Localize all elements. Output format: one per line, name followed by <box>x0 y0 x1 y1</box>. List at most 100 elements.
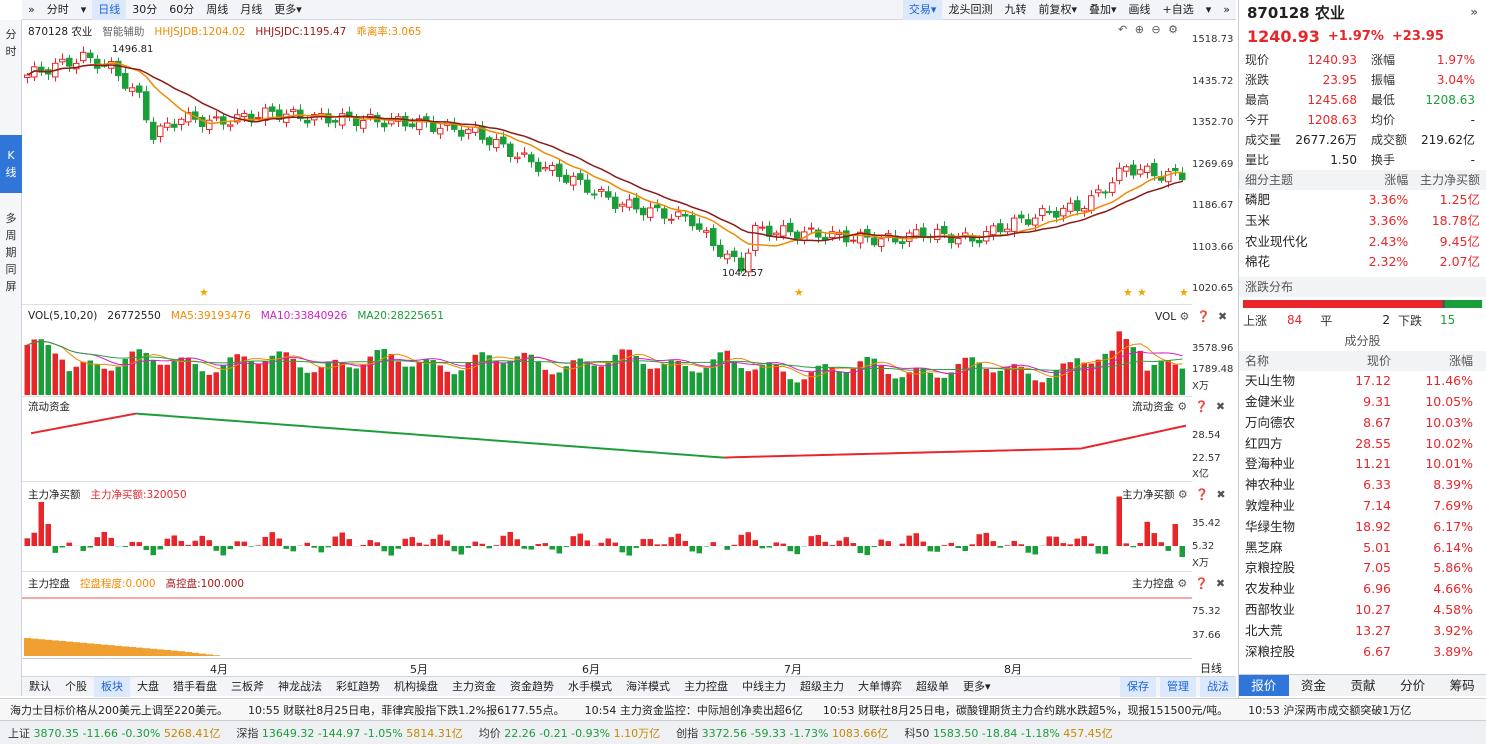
theme-row[interactable]: 磷肥 3.36% 1.25亿 <box>1239 190 1486 211</box>
net-buy-panel[interactable]: 主力净买额 主力净买额:320050 主力净买额 ⚙ ❓ ✖ <box>22 484 1226 572</box>
left-tab-1[interactable]: K线 <box>0 135 22 193</box>
toolbar-item-3[interactable]: 日线 <box>92 0 127 20</box>
toolbar-item-7[interactable]: 月线 <box>234 0 268 20</box>
indicator-tab-0[interactable]: 默认 <box>22 677 58 697</box>
indicator-tab-4[interactable]: 猎手看盘 <box>166 677 224 697</box>
volume-bar <box>801 379 807 395</box>
toolbar-right-8[interactable]: » <box>1217 0 1236 20</box>
toolbar-item-8[interactable]: 更多▾ <box>268 0 308 20</box>
right-tab-2[interactable]: 贡献 <box>1338 675 1388 696</box>
flow-segment <box>1122 436 1131 441</box>
net-bar <box>542 543 548 546</box>
indicator-tab-13[interactable]: 主力控盘 <box>677 677 735 697</box>
indicator-tab-8[interactable]: 机构操盘 <box>387 677 445 697</box>
indicator-tab-11[interactable]: 水手模式 <box>561 677 619 697</box>
news-item[interactable]: 10:55 财联社8月25日电，菲律宾股指下跌1.2%报6177.55点。 <box>248 702 565 718</box>
news-item[interactable]: 10:54 主力资金监控：中际旭创净卖出超6亿 <box>585 702 803 718</box>
component-row[interactable]: 华绿生物 18.92 6.17% <box>1239 517 1486 538</box>
net-bar <box>906 535 912 546</box>
component-row[interactable]: 北大荒 13.27 3.92% <box>1239 621 1486 642</box>
toolbar-right-0[interactable]: 交易▾ <box>902 0 943 20</box>
volume-bar <box>500 363 506 395</box>
index-item[interactable]: 深指 13649.32 -144.97 -1.05% 5814.31亿 <box>236 725 462 741</box>
component-row[interactable]: 红四方 28.55 10.02% <box>1239 434 1486 455</box>
right-tab-0[interactable]: 报价 <box>1239 675 1289 696</box>
indicator-tab-18[interactable]: 更多▾ <box>956 677 998 697</box>
volume-bar <box>311 372 317 395</box>
component-row[interactable]: 神农种业 6.33 8.39% <box>1239 475 1486 496</box>
right-tab-3[interactable]: 分价 <box>1388 675 1438 696</box>
kline-panel[interactable]: 870128 农业 智能辅助 HHJSJDB:1204.02 HHJSJDC:1… <box>22 20 1192 305</box>
toolbar-right-6[interactable]: +自选 <box>1157 0 1200 20</box>
toolbar-item-5[interactable]: 60分 <box>163 0 200 20</box>
toolbar-right-2[interactable]: 九转 <box>998 0 1032 20</box>
news-item[interactable]: 10:53 财联社8月25日电，碳酸锂期货主力合约跳水跌超5%，现报151500… <box>823 702 1228 718</box>
toolbar-item-2[interactable]: ▾ <box>75 0 93 20</box>
toolbar-right-7[interactable]: ▾ <box>1200 0 1218 20</box>
toolbar-right-5[interactable]: 画线 <box>1123 0 1157 20</box>
action-0[interactable]: 保存 <box>1120 676 1156 697</box>
indicator-tab-5[interactable]: 三板斧 <box>224 677 271 697</box>
net-bar <box>787 546 793 552</box>
indicator-tab-10[interactable]: 资金趋势 <box>503 677 561 697</box>
volume-panel[interactable]: VOL(5,10,20) 26772550 MA5:39193476 MA10:… <box>22 307 1227 397</box>
control-chart <box>22 597 1192 656</box>
indicator-tab-15[interactable]: 超级主力 <box>793 677 851 697</box>
action-1[interactable]: 管理 <box>1160 676 1196 697</box>
indicator-tab-17[interactable]: 超级单 <box>909 677 956 697</box>
index-item[interactable]: 均价 22.26 -0.21 -0.93% 1.10万亿 <box>479 725 660 741</box>
indicator-tab-9[interactable]: 主力资金 <box>445 677 503 697</box>
net-bar <box>1144 521 1150 546</box>
indicator-tab-3[interactable]: 大盘 <box>130 677 166 697</box>
control-panel[interactable]: 主力控盘 控盘程度:0.000 高控盘:100.000 主力控盘 ⚙ ❓ ✖ <box>22 574 1225 658</box>
component-row[interactable]: 农发种业 6.96 4.66% <box>1239 579 1486 600</box>
index-item[interactable]: 上证 3870.35 -11.66 -0.30% 5268.41亿 <box>8 725 220 741</box>
volume-chart <box>24 331 1185 395</box>
component-row[interactable]: 天山生物 17.12 11.46% <box>1239 371 1486 392</box>
component-row[interactable]: 万向德农 8.67 10.03% <box>1239 413 1486 434</box>
component-row[interactable]: 西部牧业 10.27 4.58% <box>1239 600 1486 621</box>
volume-bar <box>304 372 310 395</box>
toolbar-right-4[interactable]: 叠加▾ <box>1083 0 1123 20</box>
toolbar-right-3[interactable]: 前复权▾ <box>1032 0 1083 20</box>
component-row[interactable]: 敦煌种业 7.14 7.69% <box>1239 496 1486 517</box>
flow-segment <box>408 433 417 436</box>
flow-segment <box>338 427 347 431</box>
theme-row[interactable]: 玉米 3.36% 18.78亿 <box>1239 211 1486 232</box>
indicator-tab-2[interactable]: 板块 <box>94 676 130 697</box>
toolbar-right-1[interactable]: 龙头回测 <box>942 0 998 20</box>
collapse-icon[interactable]: » <box>1470 5 1478 19</box>
volume-bar <box>290 358 296 395</box>
daily-tag[interactable]: 日线 <box>1200 660 1222 676</box>
indicator-tab-7[interactable]: 彩虹趋势 <box>329 677 387 697</box>
component-row[interactable]: 京粮控股 7.05 5.86% <box>1239 558 1486 579</box>
indicator-tab-1[interactable]: 个股 <box>58 677 94 697</box>
toolbar-item-0[interactable]: » <box>22 0 41 20</box>
news-item[interactable]: 10:53 沪深两市成交额突破1万亿 <box>1248 702 1411 718</box>
indicator-tab-14[interactable]: 中线主力 <box>735 677 793 697</box>
flow-panel[interactable]: 流动资金 流动资金 ⚙ ❓ ✖ <box>22 397 1225 482</box>
left-tab-0[interactable]: 分时 <box>0 26 22 60</box>
toolbar-item-1[interactable]: 分时 <box>41 0 75 20</box>
action-2[interactable]: 战法 <box>1200 676 1236 697</box>
component-row[interactable]: 深粮控股 6.67 3.89% <box>1239 642 1486 663</box>
component-row[interactable]: 登海种业 11.21 10.01% <box>1239 454 1486 475</box>
candle-body <box>941 225 948 235</box>
kline-chart[interactable]: ★ ★ ★ ★ ★ <box>22 20 1192 305</box>
indicator-tab-6[interactable]: 神龙战法 <box>271 677 329 697</box>
indicator-tab-16[interactable]: 大单博弈 <box>851 677 909 697</box>
candle-body <box>696 223 703 230</box>
news-item[interactable]: 海力士目标价格从200美元上调至220美元。 <box>10 702 228 718</box>
right-tab-4[interactable]: 筹码 <box>1437 675 1486 696</box>
theme-row[interactable]: 棉花 2.32% 2.07亿 <box>1239 252 1486 273</box>
index-item[interactable]: 创指 3372.56 -59.33 -1.73% 1083.66亿 <box>676 725 888 741</box>
right-tab-1[interactable]: 资金 <box>1289 675 1339 696</box>
theme-row[interactable]: 农业现代化 2.43% 9.45亿 <box>1239 232 1486 253</box>
left-tab-2[interactable]: 多周期同屏 <box>0 210 22 295</box>
component-row[interactable]: 黑芝麻 5.01 6.14% <box>1239 538 1486 559</box>
toolbar-item-4[interactable]: 30分 <box>126 0 163 20</box>
toolbar-item-6[interactable]: 周线 <box>200 0 234 20</box>
indicator-tab-12[interactable]: 海洋模式 <box>619 677 677 697</box>
component-row[interactable]: 金健米业 9.31 10.05% <box>1239 392 1486 413</box>
index-item[interactable]: 科50 1583.50 -18.84 -1.18% 457.45亿 <box>904 725 1112 741</box>
